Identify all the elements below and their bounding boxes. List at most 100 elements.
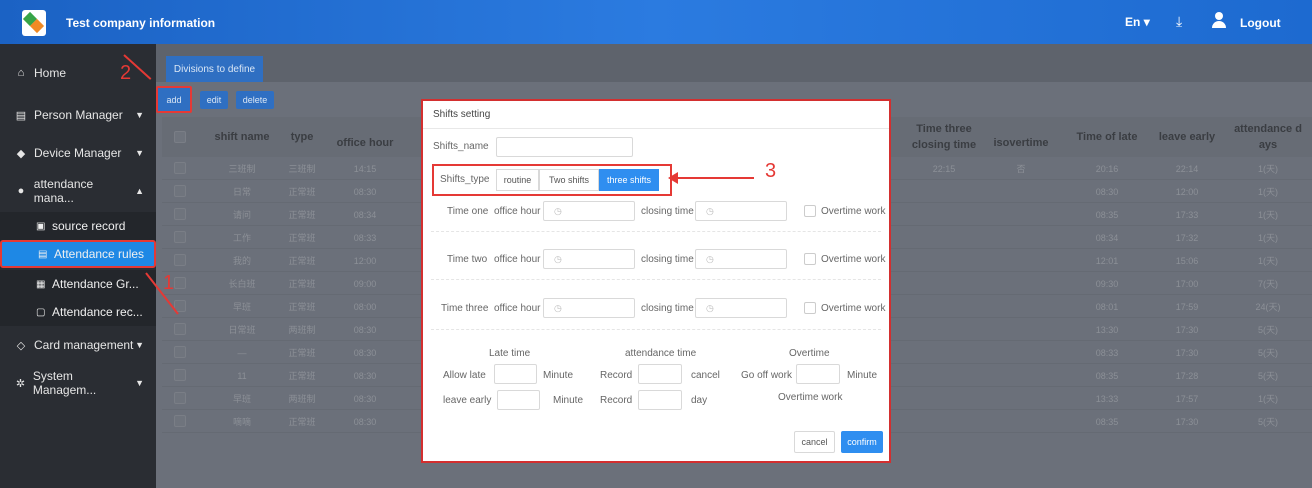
- cell-time-three-closing: [908, 249, 980, 272]
- time-one-office-hour-input[interactable]: ◷: [543, 201, 635, 221]
- tab-divisions[interactable]: Divisions to define: [166, 56, 263, 82]
- cell-shift-name: 请问: [232, 210, 251, 220]
- sidebar-subitem-label: Attendance Gr...: [52, 277, 139, 291]
- sidebar-item-card-management[interactable]: ◇ Card management ▼: [0, 328, 156, 362]
- cell-attendance-days: 1(天): [1258, 256, 1278, 266]
- delete-button[interactable]: delete: [236, 91, 274, 109]
- cell-type: 三班制: [288, 164, 316, 174]
- cell-leave-early: 17:57: [1175, 393, 1199, 404]
- cancel-button[interactable]: cancel: [794, 431, 835, 453]
- cell-time-of-late: 08:01: [1095, 301, 1119, 312]
- go-off-work-input[interactable]: [796, 364, 840, 384]
- cell-time-of-late: 08:35: [1095, 370, 1119, 381]
- annotation-2: 2: [120, 62, 132, 84]
- cell-isovertime: [986, 318, 1056, 341]
- select-all-checkbox[interactable]: [174, 131, 186, 143]
- cell-leave-early: 12:00: [1175, 186, 1199, 197]
- row-checkbox[interactable]: [174, 415, 186, 427]
- row-checkbox[interactable]: [174, 323, 186, 335]
- sidebar-item-label: Card management: [34, 338, 134, 352]
- allow-late-input[interactable]: [494, 364, 537, 384]
- cell-time-of-late: 20:16: [1095, 163, 1119, 174]
- time-three-closing-time-input[interactable]: ◷: [695, 298, 787, 318]
- add-button[interactable]: add: [162, 91, 186, 109]
- allow-late-label: Allow late: [443, 370, 486, 381]
- cell-type: 正常班: [288, 279, 316, 289]
- language-selector[interactable]: En ▾: [1125, 15, 1150, 29]
- cell-shift-name: 工作: [232, 233, 251, 243]
- time-two-office-hour-input[interactable]: ◷: [543, 249, 635, 269]
- user-icon[interactable]: [1212, 12, 1226, 28]
- annotation-arrow-3: [672, 177, 754, 179]
- download-icon[interactable]: ⤓: [1176, 13, 1182, 30]
- day-label: day: [691, 395, 708, 406]
- type-two-shifts-button[interactable]: Two shifts: [539, 169, 599, 191]
- type-three-shifts-button[interactable]: three shifts: [599, 169, 659, 191]
- divider: [431, 329, 881, 330]
- row-checkbox[interactable]: [174, 185, 186, 197]
- cell-isovertime: [986, 203, 1056, 226]
- cell-time-of-late: 08:35: [1095, 209, 1119, 220]
- cell-shift-name: 早班: [232, 394, 251, 404]
- row-checkbox[interactable]: [174, 277, 186, 289]
- sidebar-item-person-manager[interactable]: ▤ Person Manager ▼: [0, 98, 156, 132]
- cell-attendance-days: 1(天): [1258, 210, 1278, 220]
- row-checkbox[interactable]: [174, 369, 186, 381]
- leave-early-input[interactable]: [497, 390, 540, 410]
- cell-shift-name: 早班: [232, 302, 251, 312]
- cell-office-hour: 08:30: [353, 324, 377, 335]
- row-checkbox[interactable]: [174, 162, 186, 174]
- sidebar-item-system-management[interactable]: ✲ System Managem... ▼: [0, 366, 156, 400]
- sidebar-item-label: Home: [34, 66, 67, 80]
- row-checkbox[interactable]: [174, 208, 186, 220]
- annotation-1: 1: [163, 272, 175, 294]
- record-cancel-input[interactable]: [638, 364, 682, 384]
- sidebar-subitem-attendance-group[interactable]: ▦ Attendance Gr...: [0, 270, 156, 298]
- cell-shift-name: 长白班: [228, 279, 256, 289]
- row-checkbox[interactable]: [174, 392, 186, 404]
- cell-leave-early: 15:06: [1175, 255, 1199, 266]
- time-one-overtime-checkbox[interactable]: [804, 205, 816, 217]
- row-checkbox[interactable]: [174, 254, 186, 266]
- time-two-closing-time-input[interactable]: ◷: [695, 249, 787, 269]
- time-two-overtime-checkbox[interactable]: [804, 253, 816, 265]
- time-three-office-hour-input[interactable]: ◷: [543, 298, 635, 318]
- cell-isovertime: [986, 249, 1056, 272]
- sidebar-item-device-manager[interactable]: ◆ Device Manager ▼: [0, 136, 156, 170]
- cell-type: 正常班: [288, 348, 316, 358]
- row-checkbox[interactable]: [174, 231, 186, 243]
- time-one-closing-time-input[interactable]: ◷: [695, 201, 787, 221]
- cell-type: 正常班: [288, 417, 316, 427]
- record-day-input[interactable]: [638, 390, 682, 410]
- row-checkbox[interactable]: [174, 346, 186, 358]
- closing-time-label: closing time: [641, 254, 694, 265]
- record-label: Record: [600, 370, 633, 381]
- cell-leave-early: 22:14: [1175, 163, 1199, 174]
- sidebar-subitem-label: Attendance rules: [54, 247, 145, 261]
- cell-leave-early: 17:00: [1175, 278, 1199, 289]
- sidebar-subitem-label: Attendance rec...: [52, 305, 143, 319]
- confirm-button[interactable]: confirm: [841, 431, 883, 453]
- sidebar-subitem-attendance-record[interactable]: ▢ Attendance rec...: [0, 298, 156, 326]
- overtime-work-label: Overtime work: [821, 303, 886, 314]
- closing-time-label: closing time: [641, 206, 694, 217]
- sidebar-item-attendance[interactable]: ● attendance mana... ▲: [0, 174, 156, 208]
- overtime-work-label: Overtime work: [821, 206, 886, 217]
- shifts-name-input[interactable]: [496, 137, 633, 157]
- cell-shift-name: 三班制: [228, 164, 256, 174]
- edit-button[interactable]: edit: [200, 91, 228, 109]
- sidebar-subitem-attendance-rules[interactable]: ▤ Attendance rules: [0, 240, 156, 268]
- go-off-work-label: Go off work: [741, 370, 792, 381]
- sidebar-subitem-source-record[interactable]: ▣ source record: [0, 212, 156, 240]
- cell-time-of-late: 09:30: [1095, 278, 1119, 289]
- divider: [431, 231, 881, 232]
- cell-time-of-late: 08:33: [1095, 347, 1119, 358]
- sidebar-item-label: Device Manager: [34, 146, 122, 160]
- cell-time-three-closing: [908, 341, 980, 364]
- time-three-overtime-checkbox[interactable]: [804, 302, 816, 314]
- cell-office-hour: 08:30: [353, 186, 377, 197]
- type-routine-button[interactable]: routine: [496, 169, 539, 191]
- cell-time-three-closing: [908, 180, 980, 203]
- logout-button[interactable]: Logout: [1240, 16, 1281, 30]
- cell-shift-name: 日常班: [228, 325, 256, 335]
